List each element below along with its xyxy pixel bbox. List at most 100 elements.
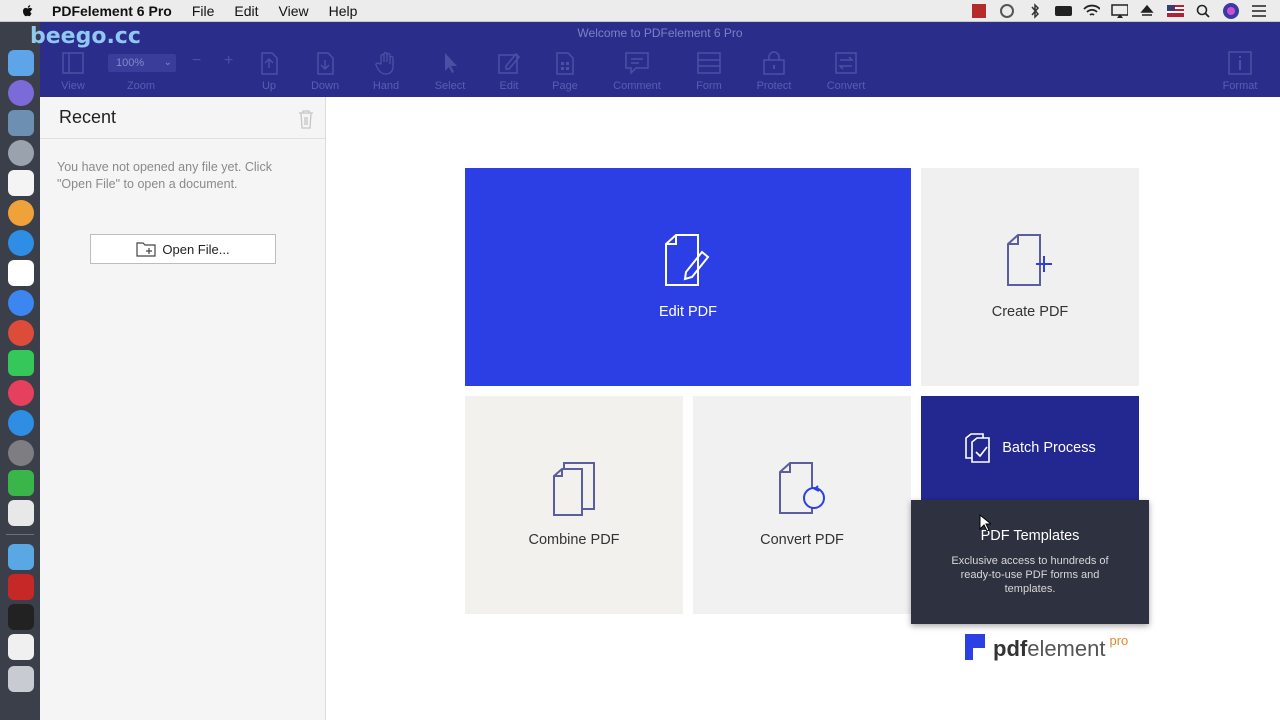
- convert-pdf-label: Convert PDF: [760, 532, 844, 548]
- open-file-label: Open File...: [162, 241, 230, 257]
- zoom-in-icon[interactable]: +: [224, 52, 233, 70]
- recent-header: Recent: [40, 97, 325, 139]
- dock-preview-icon[interactable]: [8, 110, 34, 136]
- pdf-templates-title: PDF Templates: [980, 528, 1080, 544]
- brand-pro-text: pro: [1109, 633, 1129, 648]
- toolbar-comment[interactable]: Comment: [610, 50, 664, 94]
- dock-finder-icon[interactable]: [8, 50, 34, 76]
- convert-pdf-icon: [779, 462, 825, 514]
- menu-app-name[interactable]: PDFelement 6 Pro: [52, 3, 172, 19]
- toolbar-edit-label: Edit: [499, 80, 519, 92]
- trash-icon[interactable]: [297, 109, 315, 129]
- dock-photos-icon[interactable]: [8, 200, 34, 226]
- menu-view[interactable]: View: [279, 3, 309, 19]
- toolbar-down-label: Down: [310, 80, 340, 92]
- wifi-icon[interactable]: [1082, 3, 1100, 19]
- pdf-templates-tile[interactable]: PDF Templates Exclusive access to hundre…: [911, 500, 1149, 624]
- down-icon: [317, 52, 334, 75]
- dock-appstore-icon[interactable]: [8, 410, 34, 436]
- dock-siri-icon[interactable]: [8, 80, 34, 106]
- toolbar-select-label: Select: [434, 80, 466, 92]
- edit-pdf-label: Edit PDF: [658, 304, 717, 320]
- batch-process-label: Batch Process: [1002, 440, 1096, 456]
- zoom-out-icon[interactable]: −: [192, 52, 201, 70]
- create-pdf-tile[interactable]: Create PDF: [921, 168, 1139, 386]
- dock-pdfelement-icon[interactable]: [8, 260, 34, 286]
- dock-settings-icon[interactable]: [8, 440, 34, 466]
- toolbar-down[interactable]: Down: [298, 50, 352, 94]
- toolbar-view[interactable]: View: [46, 50, 100, 94]
- menu-help[interactable]: Help: [329, 3, 358, 19]
- dock-camtasia-icon[interactable]: [8, 470, 34, 496]
- brand-element-text: element: [1027, 636, 1106, 661]
- spotlight-icon[interactable]: [1194, 3, 1212, 19]
- menu-edit[interactable]: Edit: [234, 3, 258, 19]
- toolbar-protect-label: Protect: [756, 80, 792, 92]
- create-pdf-icon: [1007, 234, 1052, 286]
- dock-downloads-icon[interactable]: [8, 544, 34, 570]
- page-icon: [556, 52, 574, 75]
- dock-separator: [6, 534, 34, 535]
- status-area: [970, 0, 1268, 22]
- airplay-icon[interactable]: [1110, 3, 1128, 19]
- toolbar-edit[interactable]: Edit: [482, 50, 536, 94]
- select-icon: [445, 53, 457, 73]
- app-icon[interactable]: [970, 3, 988, 19]
- dock-messages-icon[interactable]: [8, 290, 34, 316]
- menu-file[interactable]: File: [192, 3, 215, 19]
- view-icon: [62, 52, 84, 74]
- toolbar-zoom: Zoom: [114, 50, 168, 94]
- dock-launchpad-icon[interactable]: [8, 140, 34, 166]
- toolbar-view-label: View: [61, 80, 85, 92]
- battery-icon[interactable]: [1054, 3, 1072, 19]
- toolbar-convert[interactable]: Convert: [819, 50, 873, 94]
- mouse-cursor-icon: [979, 514, 991, 532]
- toolbar-format[interactable]: Format: [1213, 50, 1267, 94]
- network-icon[interactable]: [998, 3, 1016, 19]
- open-file-button[interactable]: Open File...: [90, 234, 276, 264]
- toolbar-select[interactable]: Select: [423, 50, 477, 94]
- siri-icon[interactable]: [1222, 3, 1240, 19]
- edit-pdf-tile[interactable]: Edit PDF: [465, 168, 911, 386]
- toolbar-page[interactable]: Page: [538, 50, 592, 94]
- toolbar-format-label: Format: [1222, 80, 1258, 92]
- dock-calendar-icon[interactable]: [8, 170, 34, 196]
- dock-chrome-icon[interactable]: [8, 320, 34, 346]
- apple-icon[interactable]: [20, 3, 36, 19]
- batch-process-icon: [965, 433, 991, 463]
- convert-icon: [835, 52, 857, 74]
- combine-pdf-tile[interactable]: Combine PDF: [465, 396, 683, 614]
- convert-pdf-tile[interactable]: Convert PDF: [693, 396, 911, 614]
- window-title: Welcome to PDFelement 6 Pro: [577, 26, 743, 40]
- folder-add-icon: [136, 242, 156, 257]
- dock-folder-icon[interactable]: [8, 574, 34, 600]
- create-pdf-label: Create PDF: [991, 304, 1069, 320]
- toolbar-up-label: Up: [261, 80, 277, 92]
- window-toolbar: beego.cc Welcome to PDFelement 6 Pro Vie…: [30, 22, 1280, 97]
- toolbar-hand[interactable]: Hand: [359, 50, 413, 94]
- toolbar-zoom-label: Zoom: [126, 80, 156, 92]
- dock-facetime-icon[interactable]: [8, 350, 34, 376]
- eject-icon[interactable]: [1138, 3, 1156, 19]
- dock: [0, 22, 40, 720]
- toolbar-page-label: Page: [552, 80, 578, 92]
- dock-trash-icon[interactable]: [8, 666, 34, 692]
- dock-screen-icon[interactable]: [8, 604, 34, 630]
- toolbar-protect[interactable]: Protect: [747, 50, 801, 94]
- format-icon: [1228, 51, 1252, 75]
- menu-bar: PDFelement 6 Pro File Edit View Help: [0, 0, 1280, 22]
- notification-icon[interactable]: [1250, 3, 1268, 19]
- dock-document-icon[interactable]: [8, 634, 34, 660]
- pdf-templates-description: Exclusive access to hundreds of ready-to…: [951, 555, 1109, 595]
- flag-icon[interactable]: [1166, 3, 1184, 19]
- toolbar-up[interactable]: Up: [242, 50, 296, 94]
- bluetooth-icon[interactable]: [1026, 3, 1044, 19]
- toolbar-form[interactable]: Form: [682, 50, 736, 94]
- edit-icon: [498, 52, 521, 74]
- combine-pdf-icon: [553, 462, 595, 516]
- dock-textedit-icon[interactable]: [8, 500, 34, 526]
- dock-safari-icon[interactable]: [8, 230, 34, 256]
- dock-itunes-icon[interactable]: [8, 380, 34, 406]
- toolbar-comment-label: Comment: [613, 80, 661, 92]
- batch-process-tile[interactable]: Batch Process: [921, 396, 1139, 500]
